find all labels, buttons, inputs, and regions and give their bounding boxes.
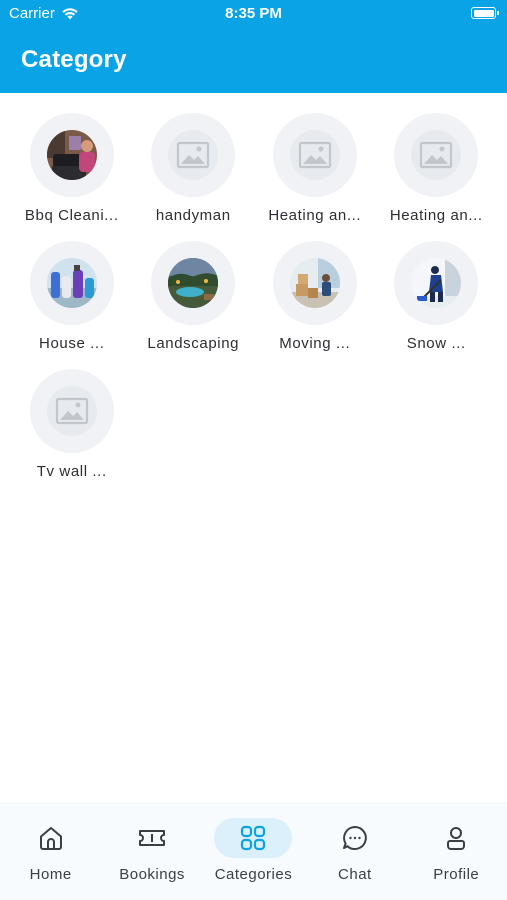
tab-bookings[interactable]: Bookings [107,818,197,900]
grid-icon [241,825,266,851]
category-image-frame [29,241,114,325]
category-image-frame [29,369,114,453]
chat-bubble-icon [342,826,367,850]
category-tile-landscaping[interactable]: Landscaping [133,241,255,359]
tab-label: Categories [214,866,293,883]
house-cleaning-photo [46,258,97,308]
category-image-frame [394,113,479,197]
tab-label: Bookings [119,866,185,883]
tab-profile[interactable]: Profile [411,818,501,900]
category-tile-heating-2[interactable]: Heating an... [376,113,498,231]
category-tile-tv-wall[interactable]: Tv wall ... [11,369,133,487]
app-header: Carrier 8:35 PM Category [0,0,507,93]
placeholder-image-icon [289,130,340,180]
tab-label: Home [29,866,72,883]
category-image-frame [151,113,236,197]
category-grid: Bbq Cleani... handyman Heating an... Hea… [11,113,499,487]
category-label: handyman [155,207,231,224]
category-label: House ... [39,335,105,352]
ticket-icon [139,830,166,846]
category-label: Landscaping [147,335,240,352]
category-label: Moving ... [279,335,351,352]
placeholder-image-icon [46,386,97,436]
category-image-frame [272,241,357,325]
tab-chat[interactable]: Chat [310,818,400,900]
category-label: Heating an... [389,207,483,224]
tab-label: Chat [338,866,372,883]
category-tile-house-cleaning[interactable]: House ... [11,241,133,359]
category-tile-moving[interactable]: Moving ... [254,241,376,359]
placeholder-image-icon [411,130,462,180]
bottom-tab-bar: Home Bookings Categories Chat Profile [0,803,507,900]
battery-icon [471,7,499,19]
tab-label: Profile [433,866,480,883]
category-tile-handyman[interactable]: handyman [133,113,255,231]
landscaping-photo [168,258,219,308]
home-icon [39,827,62,850]
category-image-frame [151,241,236,325]
placeholder-image-icon [168,130,219,180]
category-image-frame [394,241,479,325]
bbq-photo [46,130,97,180]
tab-categories[interactable]: Categories [208,818,298,900]
snow-removal-photo [411,258,462,308]
category-label: Snow ... [406,335,466,352]
category-tile-snow[interactable]: Snow ... [376,241,498,359]
category-tile-heating-1[interactable]: Heating an... [254,113,376,231]
status-time: 8:35 PM [225,5,282,22]
category-image-frame [272,113,357,197]
category-tile-bbq-cleaning[interactable]: Bbq Cleani... [11,113,133,231]
user-icon [447,827,466,850]
tab-home[interactable]: Home [6,818,96,900]
status-bar: Carrier 8:35 PM [0,0,507,28]
category-label: Heating an... [268,207,362,224]
category-label: Bbq Cleani... [24,207,119,224]
category-image-frame [29,113,114,197]
moving-photo [289,258,340,308]
page-title: Category [21,46,127,73]
category-label: Tv wall ... [36,463,107,480]
